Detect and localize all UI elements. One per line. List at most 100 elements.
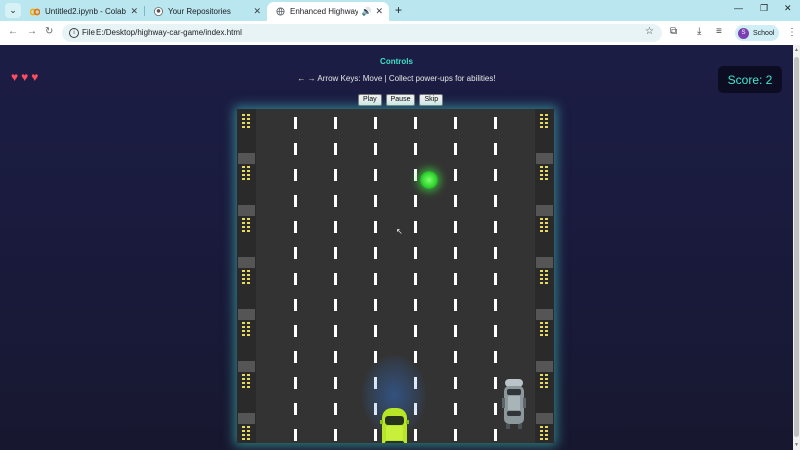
close-icon[interactable]: ✕ xyxy=(375,6,383,17)
file-chip: File xyxy=(82,28,95,37)
new-tab-button[interactable]: + xyxy=(395,3,402,17)
info-icon[interactable]: i xyxy=(69,28,79,38)
light-dot xyxy=(540,278,543,280)
restore-icon[interactable]: ❐ xyxy=(760,3,768,14)
lane-dash xyxy=(374,169,377,181)
light-dot xyxy=(540,222,543,224)
tab-repositories[interactable]: Your Repositories ✕ xyxy=(145,2,267,21)
light-dot xyxy=(242,218,245,220)
game-road[interactable]: ↖ xyxy=(237,109,554,443)
pause-button[interactable]: Pause xyxy=(385,94,416,106)
light-dot xyxy=(545,434,548,436)
roadside-lights xyxy=(242,426,250,440)
page-scrollbar[interactable]: ▲ ▼ xyxy=(793,45,800,450)
lane-dash xyxy=(454,143,457,155)
light-dot xyxy=(242,170,245,172)
reload-icon[interactable]: ↻ xyxy=(45,26,53,37)
roadside-lights xyxy=(242,322,250,336)
light-dot xyxy=(540,218,543,220)
roadside-lights xyxy=(540,166,548,180)
light-dot xyxy=(545,114,548,116)
light-dot xyxy=(247,434,250,436)
forward-icon[interactable]: → xyxy=(27,26,37,37)
scroll-thumb[interactable] xyxy=(794,57,799,437)
profile-button[interactable]: S School xyxy=(735,25,779,41)
light-dot xyxy=(545,126,548,128)
lane-dash xyxy=(374,273,377,285)
lane-dash xyxy=(294,247,297,259)
light-dot xyxy=(247,426,250,428)
lane-dash xyxy=(294,221,297,233)
light-dot xyxy=(545,122,548,124)
lane-dash xyxy=(454,117,457,129)
media-control-icon[interactable]: ≡ xyxy=(716,26,722,37)
lane-dash xyxy=(494,143,497,155)
lane-dash xyxy=(494,221,497,233)
light-dot xyxy=(545,326,548,328)
light-dot xyxy=(247,438,250,440)
lane-dash xyxy=(294,273,297,285)
light-dot xyxy=(247,334,250,336)
lane-dash xyxy=(494,195,497,207)
light-dot xyxy=(247,230,250,232)
tab-colab[interactable]: Untitled2.ipynb - Colab ✕ xyxy=(22,2,144,21)
light-dot xyxy=(242,378,245,380)
lane-dash xyxy=(454,221,457,233)
lane-dash xyxy=(374,195,377,207)
light-dot xyxy=(247,178,250,180)
score-display: Score: 2 xyxy=(718,66,782,93)
light-dot xyxy=(540,170,543,172)
play-button[interactable]: Play xyxy=(358,94,382,106)
scroll-up-icon[interactable]: ▲ xyxy=(794,47,799,53)
download-icon[interactable]: ⤓ xyxy=(697,26,701,37)
lane-dash xyxy=(414,143,417,155)
lane-dash xyxy=(454,169,457,181)
light-dot xyxy=(242,114,245,116)
light-dot xyxy=(540,282,543,284)
lane-dash xyxy=(494,325,497,337)
lane-dash xyxy=(334,195,337,207)
player-car xyxy=(380,408,409,443)
lane-dash xyxy=(334,403,337,415)
tab-highway-game[interactable]: Enhanced Highway Car Gam 🔊 ✕ xyxy=(267,2,389,21)
light-dot xyxy=(247,174,250,176)
roadside-block xyxy=(238,205,255,216)
light-dot xyxy=(247,218,250,220)
skip-button[interactable]: Skip xyxy=(419,94,444,106)
scroll-down-icon[interactable]: ▼ xyxy=(794,442,799,448)
light-dot xyxy=(545,274,548,276)
light-dot xyxy=(242,222,245,224)
lane-dash xyxy=(494,273,497,285)
lane-dash xyxy=(374,325,377,337)
light-dot xyxy=(247,122,250,124)
light-dot xyxy=(242,434,245,436)
menu-dots-icon[interactable]: ⋮ xyxy=(787,27,797,38)
lane-dash xyxy=(294,429,297,441)
light-dot xyxy=(247,326,250,328)
traffic-car xyxy=(502,379,526,429)
light-dot xyxy=(540,118,543,120)
lane-dash xyxy=(294,325,297,337)
close-icon[interactable]: ✕ xyxy=(130,6,138,17)
back-icon[interactable]: ← xyxy=(8,26,18,37)
url-text[interactable]: E:/Desktop/highway-car-game/index.html xyxy=(96,28,242,37)
light-dot xyxy=(545,438,548,440)
speaker-icon[interactable]: 🔊 xyxy=(361,7,371,16)
controls-title: Controls xyxy=(380,57,413,66)
tab-search-button[interactable]: ⌄ xyxy=(5,3,21,18)
extensions-icon[interactable]: ⧉ xyxy=(670,26,677,37)
roadside-lights xyxy=(540,218,548,232)
address-bar[interactable]: i File E:/Desktop/highway-car-game/index… xyxy=(62,24,662,42)
minimize-icon[interactable]: — xyxy=(734,3,743,13)
bookmark-star-icon[interactable]: ☆ xyxy=(645,26,654,37)
roadside-lights xyxy=(242,218,250,232)
lane-dash xyxy=(334,273,337,285)
close-icon[interactable]: ✕ xyxy=(253,6,261,17)
light-dot xyxy=(540,386,543,388)
light-dot xyxy=(545,322,548,324)
close-window-icon[interactable]: ✕ xyxy=(784,3,792,14)
roadside-lights xyxy=(540,114,548,128)
chevron-down-icon: ⌄ xyxy=(9,5,17,15)
roadside-block xyxy=(536,257,553,268)
lane-dash xyxy=(334,247,337,259)
